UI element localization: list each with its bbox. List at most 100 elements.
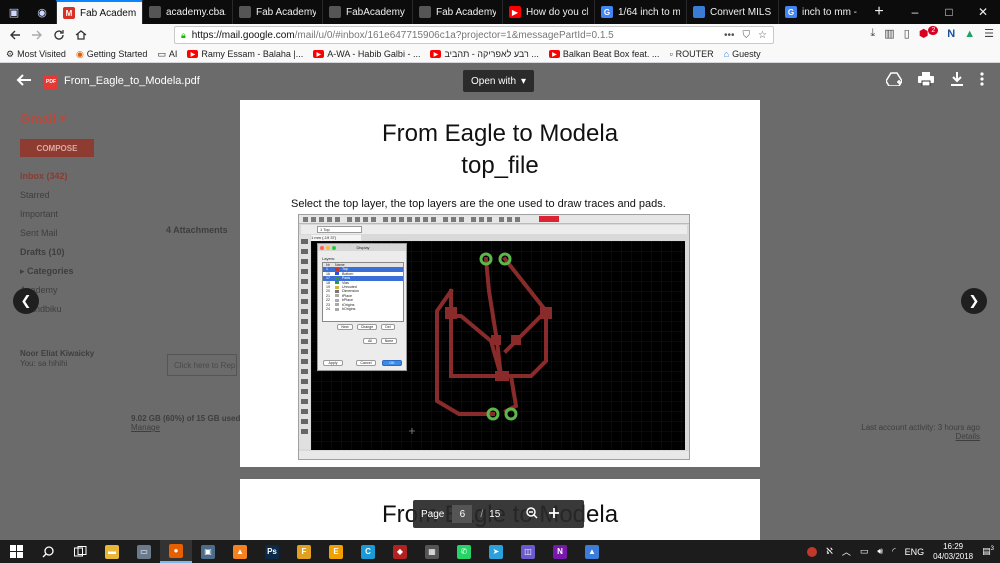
chrome-c-taskbar-button[interactable]: C xyxy=(352,540,384,563)
firefox-taskbar-button[interactable]: ● xyxy=(160,540,192,563)
close-window-button[interactable]: ✕ xyxy=(966,0,1000,24)
network-icon[interactable]: ▭ xyxy=(860,546,869,557)
page-number-input[interactable]: 6 xyxy=(452,505,473,523)
bookmark-item[interactable]: ◉ Getting Started xyxy=(76,49,147,60)
window-menu-icon[interactable]: ▣ xyxy=(0,0,28,24)
video-player-icon: ▭ xyxy=(137,544,151,559)
sidebar-icon[interactable]: ▯ xyxy=(904,27,910,40)
browser-tab[interactable]: ▶ How do you choo xyxy=(502,0,594,24)
eagle-e-icon: E xyxy=(329,544,343,559)
file-app-taskbar-button[interactable]: F xyxy=(288,540,320,563)
browser-tab[interactable]: Convert MILS to 1 xyxy=(686,0,778,24)
eagle-e-taskbar-button[interactable]: E xyxy=(320,540,352,563)
calculator-taskbar-button[interactable]: ▦ xyxy=(416,540,448,563)
page-actions-button[interactable]: ••• xyxy=(724,30,735,41)
new-tab-button[interactable]: + xyxy=(866,0,892,24)
wifi-icon[interactable]: ◜ xyxy=(892,546,896,557)
add-to-drive-icon[interactable] xyxy=(885,72,903,89)
maximize-button[interactable]: □ xyxy=(932,0,966,24)
adblock-icon[interactable]: ⬢ 2 xyxy=(919,26,939,40)
task-view-button[interactable] xyxy=(64,540,96,563)
vlc-taskbar-button[interactable]: ▲ xyxy=(224,540,256,563)
zoom-out-icon[interactable] xyxy=(526,506,538,522)
clock[interactable]: 16:29 04/03/2018 xyxy=(933,542,973,562)
forward-button[interactable] xyxy=(26,25,48,45)
menu-icon[interactable]: ☰ xyxy=(984,27,994,40)
photos-taskbar-button[interactable]: ▲ xyxy=(576,540,608,563)
bookmark-item[interactable]: ▶ Ramy Essam - Balaha |... xyxy=(187,49,303,59)
telegram-taskbar-button[interactable]: ➤ xyxy=(480,540,512,563)
tablet-taskbar-button[interactable]: ▣ xyxy=(192,540,224,563)
tab-label: How do you choo xyxy=(526,6,588,18)
chat-contact: Noor Eliat Kiwaicky You: sa hihihi xyxy=(20,349,94,369)
volume-icon[interactable]: 🔊︎ xyxy=(877,546,883,557)
browser-tab[interactable]: academy.cba.mit.edu/ xyxy=(142,0,232,24)
browser-tab[interactable]: M Fab Academy × xyxy=(56,0,142,24)
firefox-icon[interactable]: ◉ xyxy=(28,0,56,24)
tray-app-icon[interactable] xyxy=(807,546,818,557)
home-button[interactable] xyxy=(70,25,92,45)
open-with-button[interactable]: Open with ▾ xyxy=(463,70,535,92)
eagle-screenshot: 1 Top 1 mm (-19 37) Display Layers: Nr N… xyxy=(298,214,690,460)
zoom-in-icon[interactable] xyxy=(548,506,560,522)
account-activity-text: Last account activity: 3 hours ago xyxy=(861,423,980,432)
more-options-icon[interactable] xyxy=(980,72,984,89)
compose-button: COMPOSE xyxy=(20,139,94,157)
page-separator: / xyxy=(480,508,484,520)
bookmark-item[interactable]: ⌂ Guesty xyxy=(724,49,761,59)
minimize-button[interactable]: – xyxy=(898,0,932,24)
bookmark-item[interactable]: ▫ ROUTER xyxy=(669,49,713,59)
start-button[interactable] xyxy=(0,540,32,563)
ruby-taskbar-button[interactable]: ◆ xyxy=(384,540,416,563)
video-player-taskbar-button[interactable]: ▭ xyxy=(128,540,160,563)
pocket-icon[interactable]: ⛉ xyxy=(743,30,751,41)
tab-label: Convert MILS to 1 xyxy=(710,6,772,18)
whatsapp-taskbar-button[interactable]: ✆ xyxy=(448,540,480,563)
next-attachment-button[interactable]: ❯ xyxy=(961,288,987,314)
extension-n-icon[interactable]: N xyxy=(947,28,955,40)
browser-tab[interactable]: Fab Academy 2017 xyxy=(412,0,502,24)
people-icon[interactable]: ℵ xyxy=(826,546,833,557)
tab-label: academy.cba.mit.edu/ xyxy=(166,6,226,18)
layer-row: 24 bOrigins xyxy=(323,307,403,311)
bookmark-item[interactable]: ⚙ Most Visited xyxy=(6,49,66,60)
show-hidden-icons[interactable]: ︿ xyxy=(842,545,851,558)
library-icon[interactable]: ▥ xyxy=(884,27,894,40)
bookmark-star-icon[interactable]: ☆ xyxy=(758,30,767,41)
browser-tab[interactable]: Fab Academy Courses xyxy=(232,0,322,24)
generic-app-taskbar-button[interactable]: ◫ xyxy=(512,540,544,563)
onenote-taskbar-button[interactable]: N xyxy=(544,540,576,563)
photoshop-taskbar-button[interactable]: Ps xyxy=(256,540,288,563)
bookmark-item[interactable]: ▶ רבע לאפריקה - תהביב ... xyxy=(430,49,539,59)
file-app-icon: F xyxy=(297,544,311,559)
action-center-icon[interactable]: ▤3 xyxy=(982,546,994,557)
downloads-icon[interactable]: ⤓ xyxy=(870,27,875,40)
calculator-icon: ▦ xyxy=(425,544,439,559)
browser-tab[interactable]: FabAcademy xyxy=(322,0,412,24)
layer-color-swatch xyxy=(335,285,339,289)
bookmark-label: רבע לאפריקה - תהביב ... xyxy=(444,49,539,59)
previous-attachment-button[interactable]: ❮ xyxy=(13,288,39,314)
url-host: https://mail.google.com xyxy=(191,29,295,41)
file-explorer-taskbar-button[interactable]: ▬ xyxy=(96,540,128,563)
account-activity-details-link: Details xyxy=(955,432,980,441)
reload-button[interactable] xyxy=(48,25,70,45)
address-bar[interactable]: 🔒︎ https://mail.google.com/mail/u/0/#inb… xyxy=(174,26,774,44)
ruby-icon: ◆ xyxy=(393,544,407,559)
close-viewer-button[interactable] xyxy=(16,72,32,93)
print-icon[interactable] xyxy=(918,72,934,89)
browser-tab[interactable]: Ginch to mm - Goo xyxy=(778,0,866,24)
browser-tab-strip: ▣ ◉ M Fab Academy × academy.cba.mit.edu/Fa… xyxy=(0,0,1000,24)
bookmark-item[interactable]: ▭ AI xyxy=(157,49,177,60)
bookmark-item[interactable]: ▶ A-WA - Habib Galbi - ... xyxy=(313,49,420,59)
browser-tab[interactable]: G 1/64 inch to mil - xyxy=(594,0,686,24)
back-button[interactable] xyxy=(4,25,26,45)
extension-drive-icon[interactable]: ▲ xyxy=(964,28,975,40)
bookmark-item[interactable]: ▶ Balkan Beat Box feat. ... xyxy=(548,49,659,59)
bookmark-label: Getting Started xyxy=(86,49,148,59)
search-button[interactable] xyxy=(32,540,64,563)
page-description: Select the top layer, the top layers are… xyxy=(291,198,666,210)
download-icon[interactable] xyxy=(950,72,964,89)
notification-count: 3 xyxy=(990,546,994,552)
language-indicator[interactable]: ENG xyxy=(905,547,925,557)
